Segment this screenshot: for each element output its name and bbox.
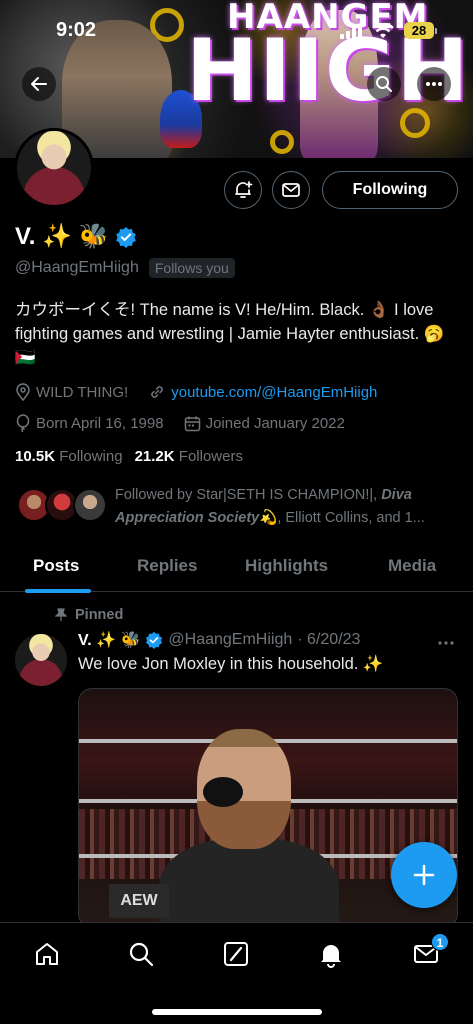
tab-highlights[interactable]: Highlights xyxy=(245,556,328,576)
following-label: Following xyxy=(59,448,123,465)
media-wrestler-shirt xyxy=(159,839,339,927)
handle-row: @HaangEmHiigh Follows you xyxy=(15,258,235,278)
website[interactable]: youtube.com/@HaangEmHiigh xyxy=(148,383,377,401)
followers-count: 21.2K xyxy=(134,448,175,465)
profile-meta-row-1: WILD THING! youtube.com/@HaangEmHiigh xyxy=(15,383,377,401)
location-icon xyxy=(16,383,30,401)
display-name-row: V. ✨ 🐝 xyxy=(15,222,137,251)
mail-icon xyxy=(282,183,300,197)
follow-stats: 10.5K Following 21.2K Followers xyxy=(15,448,243,465)
nav-search[interactable] xyxy=(126,939,156,969)
tab-replies[interactable]: Replies xyxy=(137,556,197,576)
following-button[interactable]: Following xyxy=(322,171,458,209)
post-author-handle: @HaangEmHiigh xyxy=(168,631,293,648)
website-link[interactable]: youtube.com/@HaangEmHiigh xyxy=(171,384,377,401)
media-wrestler-head xyxy=(197,729,291,849)
message-button[interactable] xyxy=(272,171,310,209)
status-bar: 9:02 28 xyxy=(0,0,473,62)
home-indicator[interactable] xyxy=(152,1009,322,1015)
more-button[interactable] xyxy=(417,67,451,101)
post-date: · 6/20/23 xyxy=(297,631,361,648)
notifications-toggle-button[interactable] xyxy=(224,171,262,209)
balloon-icon xyxy=(16,414,30,432)
battery-tip xyxy=(435,27,437,34)
post-author-name[interactable]: V. ✨ 🐝 xyxy=(78,630,140,650)
post-author-avatar[interactable] xyxy=(15,634,67,686)
birthday: Born April 16, 1998 xyxy=(15,414,164,432)
search-button[interactable] xyxy=(367,67,401,101)
back-button[interactable] xyxy=(22,67,56,101)
compose-post-button[interactable] xyxy=(391,842,457,908)
tab-media[interactable]: Media xyxy=(388,556,436,576)
join-date: Joined January 2022 xyxy=(184,415,345,432)
search-icon xyxy=(129,942,154,967)
media-sign: AEW xyxy=(109,884,169,918)
status-time: 9:02 xyxy=(56,19,97,41)
media-wrestler xyxy=(159,729,339,927)
nav-home[interactable] xyxy=(32,939,62,969)
nav-grok[interactable] xyxy=(221,939,251,969)
profile-avatar[interactable] xyxy=(14,128,94,208)
location: WILD THING! xyxy=(15,383,128,401)
nav-messages[interactable]: 1 xyxy=(411,933,449,969)
followers-stat[interactable]: 21.2K Followers xyxy=(135,448,243,465)
calendar-icon xyxy=(184,416,200,431)
location-text: WILD THING! xyxy=(36,383,129,401)
plus-icon xyxy=(413,864,435,886)
notification-bell-icon xyxy=(235,181,253,198)
banner-ring-decoration xyxy=(270,130,294,154)
cellular-signal-icon xyxy=(340,23,362,39)
following-count: 10.5K xyxy=(15,448,56,465)
join-date-text: Joined January 2022 xyxy=(205,414,345,432)
post-text: We love Jon Moxley in this household. ✨ xyxy=(78,655,384,673)
profile-bio: カウボーイくそ! The name is V! He/Him. Black. 👌… xyxy=(15,301,445,367)
verified-badge-icon xyxy=(146,631,163,649)
pinned-indicator: Pinned xyxy=(55,607,123,623)
post-more-button[interactable] xyxy=(437,630,455,651)
tab-posts[interactable]: Posts xyxy=(33,556,79,576)
more-icon xyxy=(438,641,454,645)
more-icon xyxy=(426,82,442,86)
post-header: V. ✨ 🐝 @HaangEmHiigh · 6/20/23 xyxy=(78,630,360,650)
profile-meta-row-2: Born April 16, 1998 Joined January 2022 xyxy=(15,414,345,432)
eye-patch xyxy=(203,777,243,807)
profile-tabs: Posts Replies Highlights Media xyxy=(0,544,473,593)
active-tab-indicator xyxy=(25,589,91,593)
followers-label: Followers xyxy=(178,448,243,465)
birthday-text: Born April 16, 1998 xyxy=(36,414,164,432)
messages-badge: 1 xyxy=(431,933,449,951)
bell-icon xyxy=(321,945,341,968)
verified-badge-icon[interactable] xyxy=(115,226,137,248)
home-icon xyxy=(36,943,58,965)
display-name: V. ✨ 🐝 xyxy=(15,223,109,250)
follower-avatar xyxy=(73,488,107,522)
follows-you-badge: Follows you xyxy=(148,258,235,278)
profile-handle: @HaangEmHiigh xyxy=(15,259,139,276)
compose-icon xyxy=(224,942,248,966)
battery-level: 28 xyxy=(404,22,434,39)
followed-by-section[interactable]: Followed by Star|SETH IS CHAMPION!|, Div… xyxy=(15,484,455,530)
nav-notifications[interactable] xyxy=(316,939,346,969)
followed-by-prefix: Followed by Star|SETH IS CHAMPION!|, xyxy=(115,487,378,503)
pin-icon xyxy=(55,608,67,621)
followed-by-text: Followed by Star|SETH IS CHAMPION!|, Div… xyxy=(115,484,455,530)
following-stat[interactable]: 10.5K Following xyxy=(15,448,123,465)
bottom-navigation: 1 xyxy=(0,922,473,1024)
back-arrow-icon xyxy=(31,77,47,91)
battery-indicator: 28 xyxy=(404,22,437,39)
search-icon xyxy=(376,76,392,92)
followed-by-suffix: , Elliott Collins, and 1... xyxy=(277,510,425,526)
status-icons: 28 xyxy=(340,22,437,39)
link-icon xyxy=(151,386,164,398)
followed-by-avatars xyxy=(15,484,107,524)
wifi-icon xyxy=(372,22,394,38)
pinned-label: Pinned xyxy=(75,607,124,623)
